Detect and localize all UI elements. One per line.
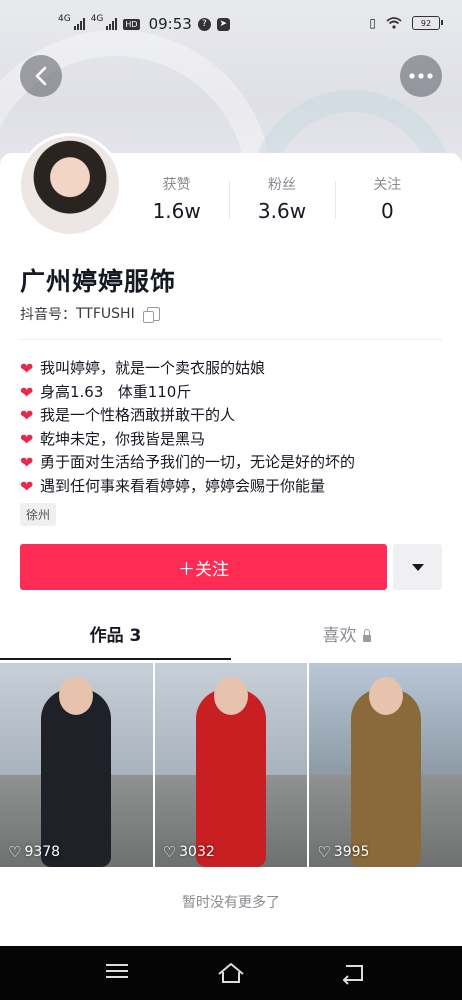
content-tabs: 作品 3 喜欢	[0, 616, 462, 660]
hd-badge: HD	[123, 18, 140, 30]
heart-icon: ❤	[20, 382, 34, 402]
home-icon[interactable]	[216, 960, 246, 986]
wifi-icon	[386, 17, 402, 29]
tab-works[interactable]: 作品 3	[0, 616, 231, 660]
ellipsis-icon	[409, 73, 433, 79]
profile-stats: 获赞 1.6w 粉丝 3.6w 关注 0	[124, 175, 440, 225]
tab-label: 喜欢	[322, 626, 357, 646]
stat-value: 0	[380, 199, 394, 223]
bio: ❤ 我叫婷婷，就是一个卖衣服的姑娘 ❤ 身高1.63 体重110斤 ❤ 我是一个性格洒…	[20, 357, 450, 498]
status-bar: 4G 4G HD 09:53 ? ➤ ▯ 92	[0, 0, 462, 50]
heart-icon: ❤	[20, 453, 34, 472]
system-nav-bar	[0, 946, 462, 1000]
network-label-2: 4G	[90, 14, 104, 24]
lock-icon	[362, 629, 371, 642]
bio-line: ❤ 乾坤未定，你我皆是黑马	[20, 428, 450, 452]
stat-likes[interactable]: 获赞 1.6w	[124, 175, 229, 225]
telegram-icon: ➤	[216, 17, 230, 31]
video-thumbnail[interactable]: ♡ 3995	[309, 663, 462, 867]
avatar-image	[21, 136, 119, 234]
menu-icon[interactable]	[102, 960, 132, 986]
copy-icon[interactable]	[142, 307, 160, 323]
caret-down-icon	[411, 563, 424, 571]
video-thumbnail[interactable]: ♡ 9378	[0, 663, 153, 867]
dropdown-button[interactable]	[393, 544, 442, 590]
video-thumbnail[interactable]: ♡ 3032	[154, 663, 308, 867]
location-tag[interactable]: 徐州	[20, 503, 57, 526]
tab-likes[interactable]: 喜欢	[231, 616, 462, 660]
douyin-id-label: 抖音号：	[20, 307, 76, 323]
like-count: ♡ 3995	[317, 843, 370, 861]
heart-outline-icon: ♡	[317, 843, 331, 861]
bio-line: ❤ 我是一个性格洒敢拼敢干的人	[20, 404, 450, 428]
bio-line: ❤ 我叫婷婷，就是一个卖衣服的姑娘	[20, 357, 450, 381]
more-options-button[interactable]	[400, 55, 442, 97]
divider	[20, 339, 442, 340]
back-nav-icon[interactable]	[338, 960, 368, 986]
notification-icon: ?	[197, 17, 211, 31]
figure-head	[59, 677, 94, 715]
chevron-left-icon	[35, 66, 47, 86]
heart-icon: ❤	[20, 406, 34, 425]
stat-label: 获赞	[162, 177, 191, 193]
heart-icon: ❤	[20, 429, 34, 449]
follow-button[interactable]: ＋关注	[20, 544, 387, 590]
avatar[interactable]	[18, 133, 122, 237]
profile-name: 广州婷婷服饰	[20, 267, 177, 296]
heart-icon: ❤	[20, 476, 34, 496]
douyin-id-value: TTFUSHI	[76, 306, 135, 322]
signal-icon	[73, 18, 85, 30]
heart-outline-icon: ♡	[162, 843, 177, 861]
stat-followers[interactable]: 粉丝 3.6w	[229, 175, 334, 225]
stat-following[interactable]: 关注 0	[334, 175, 440, 225]
video-grid: ♡ 9378 ♡ 3032 ♡ 3995	[0, 663, 462, 867]
heart-outline-icon: ♡	[8, 843, 22, 861]
stat-value: 3.6w	[257, 199, 307, 223]
network-label: 4G	[58, 14, 71, 24]
douyin-id-row[interactable]: 抖音号： TTFUSHI	[20, 304, 160, 324]
back-button[interactable]	[20, 55, 62, 97]
stat-label: 粉丝	[267, 177, 296, 193]
battery-icon: 92	[412, 16, 443, 30]
bio-line: ❤ 勇于面对生活给予我们的一切，无论是好的坏的	[20, 451, 450, 475]
like-count: ♡ 9378	[8, 843, 61, 861]
signal-icon-2	[106, 18, 118, 30]
like-count: ♡ 3032	[162, 843, 215, 861]
bio-line: ❤ 身高1.63 体重110斤	[20, 381, 450, 405]
stat-value: 1.6w	[152, 199, 201, 223]
end-of-list-text: 暂时没有更多了	[182, 895, 280, 911]
bio-line: ❤ 遇到任何事来看看婷婷，婷婷会赐于你能量	[20, 475, 450, 499]
vibrate-icon: ▯	[369, 16, 376, 30]
figure-head	[368, 677, 403, 715]
stat-label: 关注	[373, 177, 402, 193]
figure-head	[214, 677, 248, 715]
heart-icon: ❤	[20, 359, 34, 378]
clock: 09:53	[148, 15, 192, 33]
